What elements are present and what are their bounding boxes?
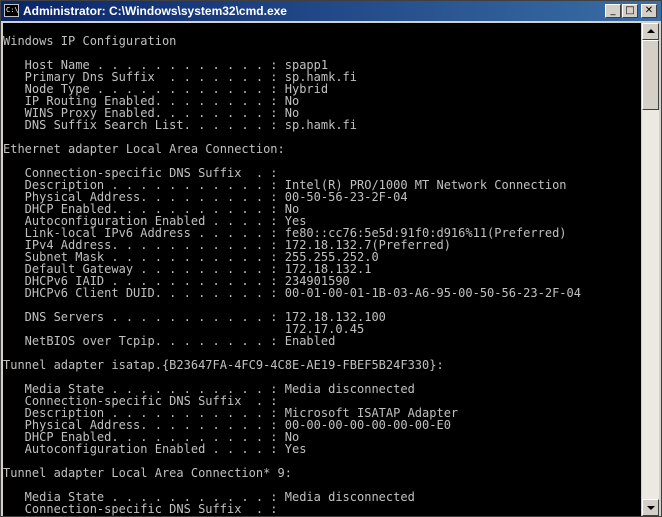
console-line: Connection-specific DNS Suffix . : — [3, 502, 278, 516]
scrollbar-thumb[interactable] — [642, 40, 659, 110]
console-line: Tunnel adapter Local Area Connection* 9: — [3, 466, 292, 480]
console-line: Windows IP Configuration — [3, 34, 177, 48]
cmd-app-icon[interactable]: C:\ — [4, 4, 19, 17]
arrow-up-icon — [647, 29, 655, 33]
scroll-down-button[interactable] — [642, 499, 659, 516]
console-text: Windows IP Configuration Host Name . . .… — [3, 23, 641, 515]
maximize-button[interactable]: □ — [622, 4, 638, 18]
arrow-down-icon — [647, 506, 655, 510]
console-output[interactable]: Windows IP Configuration Host Name . . .… — [3, 23, 641, 516]
scroll-up-button[interactable] — [642, 23, 659, 40]
console-line: DHCPv6 Client DUID. . . . . . . . : 00-0… — [3, 286, 581, 300]
console-line: Tunnel adapter isatap.{B23647FA-4FC9-4C8… — [3, 358, 444, 372]
cmd-window: C:\ Administrator: C:\Windows\system32\c… — [0, 0, 662, 517]
console-line: DNS Suffix Search List. . . . . . : sp.h… — [3, 118, 358, 132]
title-bar[interactable]: C:\ Administrator: C:\Windows\system32\c… — [1, 1, 661, 21]
minimize-button[interactable]: _ — [605, 4, 621, 18]
close-button[interactable]: ✕ — [641, 4, 657, 18]
console-line: Autoconfiguration Enabled . . . . : Yes — [3, 442, 307, 456]
vertical-scrollbar[interactable] — [642, 23, 659, 516]
console-line: NetBIOS over Tcpip. . . . . . . . : Enab… — [3, 334, 336, 348]
console-line: Ethernet adapter Local Area Connection: — [3, 142, 285, 156]
window-title: Administrator: C:\Windows\system32\cmd.e… — [23, 4, 287, 18]
